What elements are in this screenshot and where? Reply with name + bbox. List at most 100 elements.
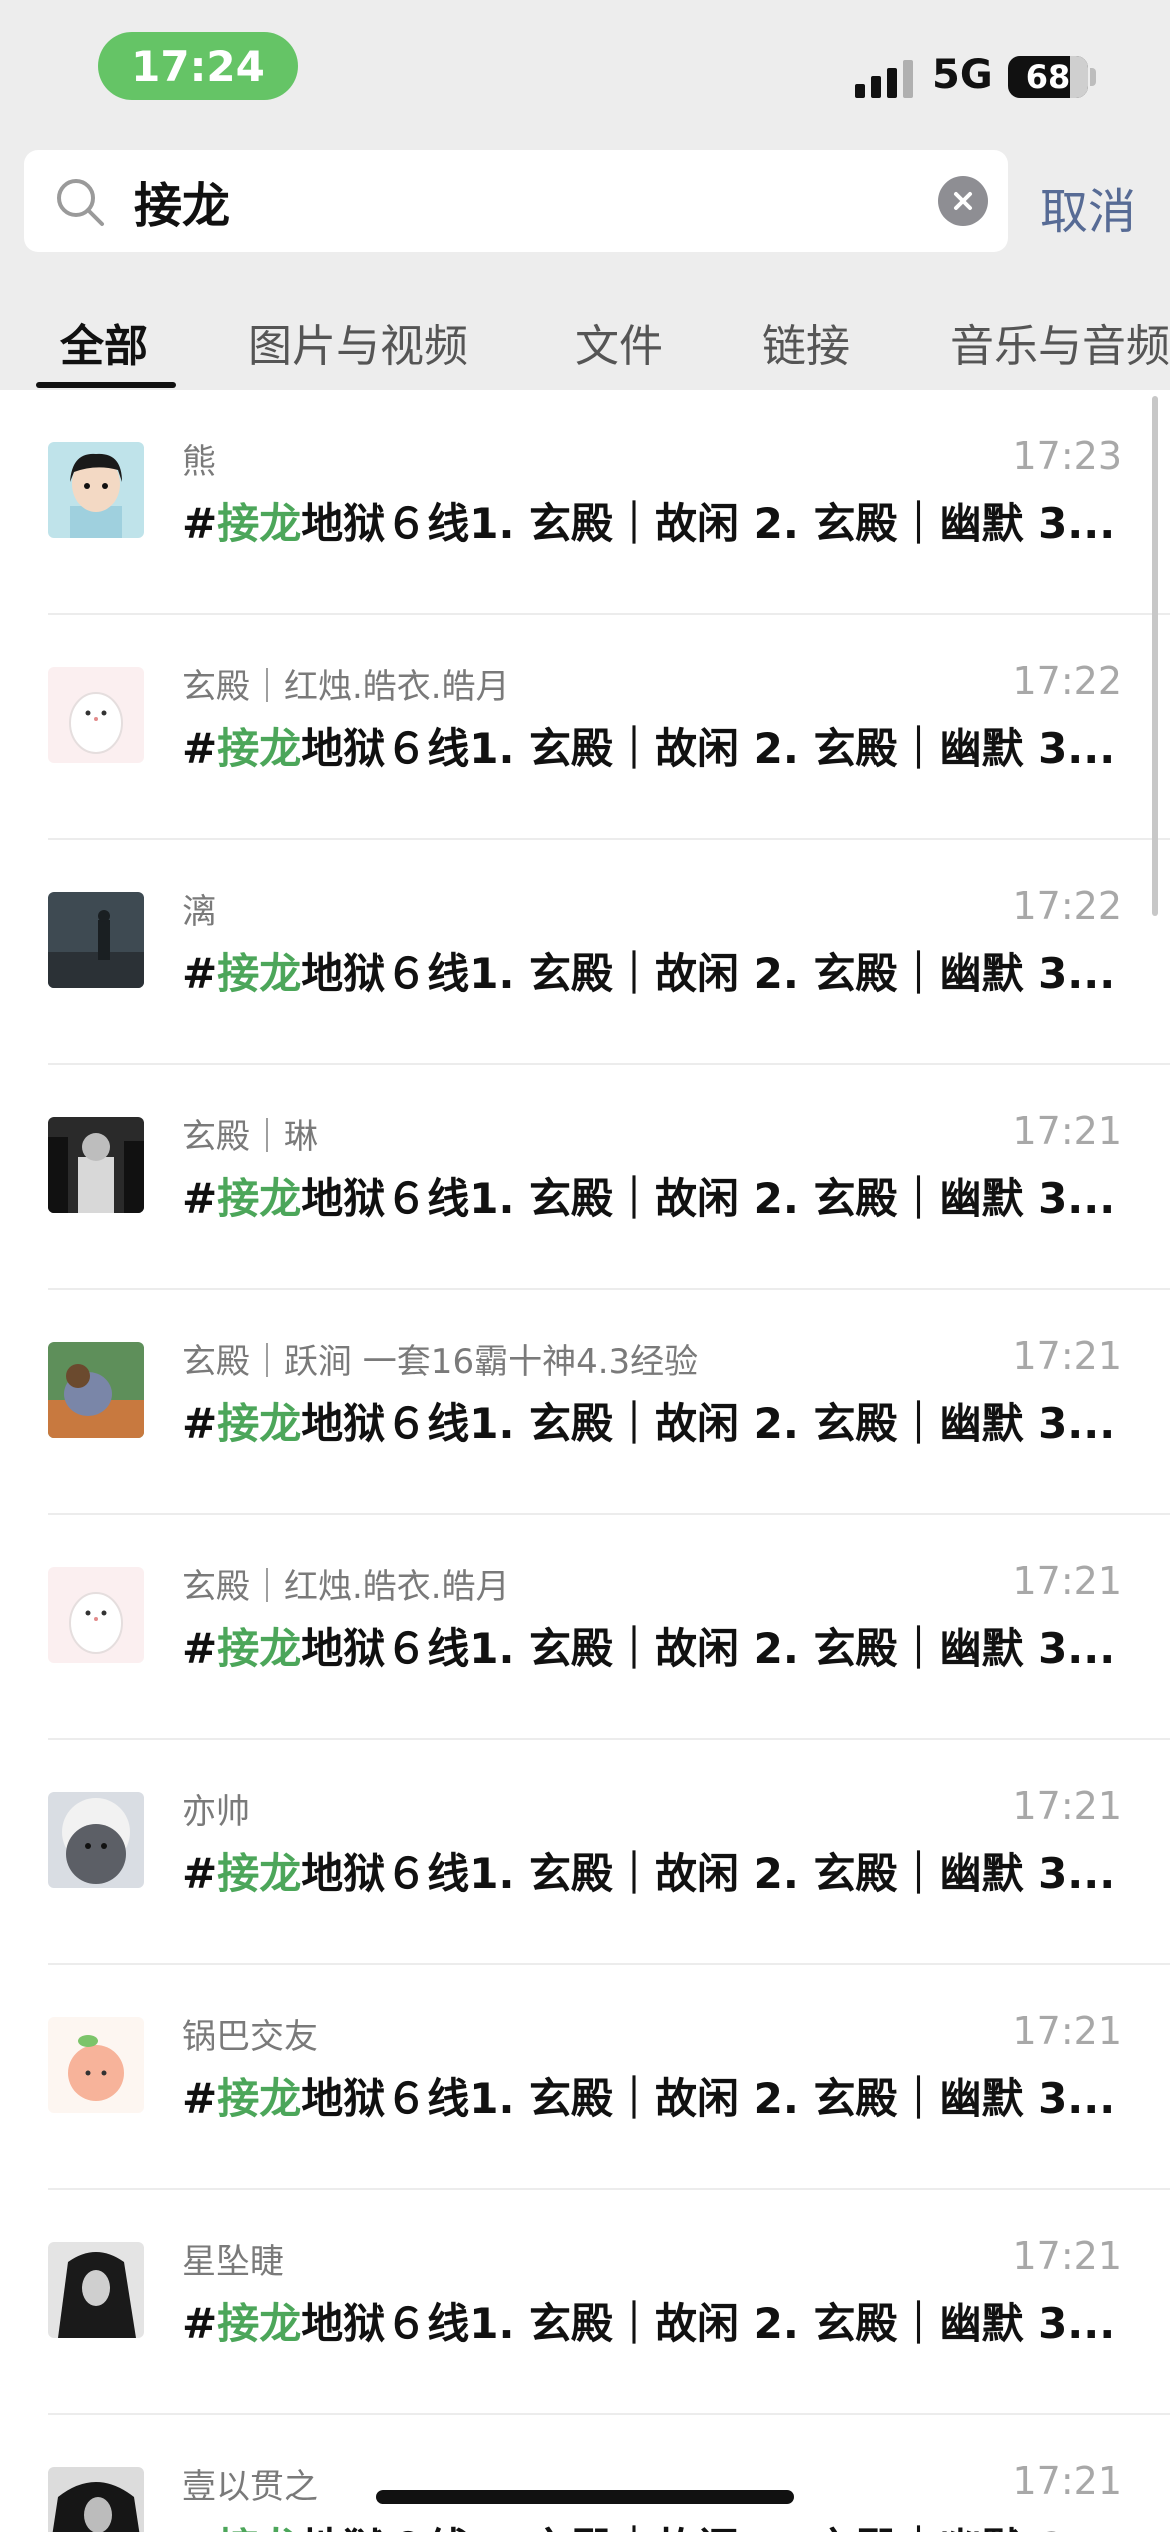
tab-images-videos[interactable]: 图片与视频 <box>248 310 468 374</box>
message-time: 17:21 <box>1012 2234 1122 2278</box>
clear-search-button[interactable] <box>938 176 988 226</box>
keyword-highlight: 接龙 <box>217 1624 302 1673</box>
keyword-highlight: 接龙 <box>217 2299 302 2348</box>
home-indicator[interactable] <box>376 2490 794 2504</box>
snippet-text: 地狱６线1. 玄殿｜故闲 2. 玄殿｜幽默 3... <box>301 1624 1116 1673</box>
hash-prefix: # <box>182 2299 218 2348</box>
active-tab-indicator <box>36 382 176 388</box>
snippet-text: 地狱６线1. 玄殿｜故闲 2. 玄殿｜幽默 3... <box>301 949 1116 998</box>
avatar <box>48 2467 144 2532</box>
battery-tip <box>1090 68 1096 86</box>
message-time: 17:21 <box>1012 1784 1122 1828</box>
sender-name: 亦帅 <box>182 1792 250 1832</box>
hash-prefix: # <box>182 1399 218 1448</box>
list-item[interactable]: 亦帅 17:21 #接龙地狱６线1. 玄殿｜故闲 2. 玄殿｜幽默 3... <box>0 1740 1170 1965</box>
message-time: 17:21 <box>1012 1109 1122 1153</box>
hash-prefix: # <box>182 949 218 998</box>
hash-prefix: # <box>182 1624 218 1673</box>
keyword-highlight: 接龙 <box>217 1399 302 1448</box>
snippet-text: 地狱６线1. 玄殿｜故闲 2. 玄殿｜幽默 3... <box>301 1399 1116 1448</box>
avatar <box>48 667 144 763</box>
sender-name: 星坠睫 <box>182 2242 284 2282</box>
tab-all[interactable]: 全部 <box>60 310 148 374</box>
list-item[interactable]: 漓 17:22 #接龙地狱６线1. 玄殿｜故闲 2. 玄殿｜幽默 3... <box>0 840 1170 1065</box>
keyword-highlight: 接龙 <box>217 2524 301 2532</box>
avatar <box>48 1117 144 1213</box>
message-time: 17:22 <box>1012 884 1122 928</box>
list-item[interactable]: 熊 17:23 #接龙地狱６线1. 玄殿｜故闲 2. 玄殿｜幽默 3... <box>0 390 1170 615</box>
keyword-highlight: 接龙 <box>217 499 302 548</box>
message-time: 17:21 <box>1012 1334 1122 1378</box>
keyword-highlight: 接龙 <box>217 949 302 998</box>
sender-name: 玄殿｜琳 <box>182 1117 318 1157</box>
avatar <box>48 1792 144 1888</box>
avatar <box>48 2242 144 2338</box>
message-time: 17:23 <box>1012 434 1122 478</box>
snippet-text: 地狱６线1. 玄殿｜故闲 2. 玄殿｜幽默 3... <box>301 2074 1116 2123</box>
snippet-text: 地狱６线1. 玄殿｜故闲 2. 玄殿｜幽默 3... <box>301 724 1116 773</box>
sender-name: 玄殿｜跃涧 一套16霸十神4.3经验 <box>182 1342 699 1382</box>
message-snippet: #接龙地狱６线1. 玄殿｜故闲 2. 玄殿｜幽默 3... <box>182 715 1122 776</box>
snippet-text: 地狱６线1. 玄殿｜故闲 2. 玄殿｜幽默 3... <box>301 2524 1115 2532</box>
avatar <box>48 892 144 988</box>
message-snippet: #接龙地狱６线1. 玄殿｜故闲 2. 玄殿｜幽默 3... <box>182 1840 1122 1901</box>
sender-name: 玄殿｜红烛.皓衣.皓月 <box>182 667 510 707</box>
cancel-button[interactable]: 取消 <box>1040 172 1136 242</box>
search-bar[interactable] <box>24 150 1008 252</box>
search-results-list: 熊 17:23 #接龙地狱６线1. 玄殿｜故闲 2. 玄殿｜幽默 3... 玄殿… <box>0 390 1170 2532</box>
hash-prefix: # <box>182 2524 217 2532</box>
message-snippet: #接龙地狱６线1. 玄殿｜故闲 2. 玄殿｜幽默 3... <box>182 1390 1122 1451</box>
message-snippet: #接龙地狱６线1. 玄殿｜故闲 2. 玄殿｜幽默 3... <box>182 940 1122 1001</box>
message-snippet: #接龙地狱６线1. 玄殿｜故闲 2. 玄殿｜幽默 3... <box>182 1165 1122 1226</box>
keyword-highlight: 接龙 <box>217 2074 302 2123</box>
status-time: 17:24 <box>98 32 298 100</box>
tab-music-audio[interactable]: 音乐与音频 <box>950 310 1170 374</box>
keyword-highlight: 接龙 <box>217 1849 302 1898</box>
snippet-text: 地狱６线1. 玄殿｜故闲 2. 玄殿｜幽默 3... <box>301 1849 1116 1898</box>
battery-level: 68 <box>1025 58 1071 96</box>
sender-name: 玄殿｜红烛.皓衣.皓月 <box>182 1567 510 1607</box>
search-input[interactable] <box>134 168 934 234</box>
list-item[interactable]: 玄殿｜跃涧 一套16霸十神4.3经验 17:21 #接龙地狱６线1. 玄殿｜故闲… <box>0 1290 1170 1515</box>
sender-name: 壹以贯之 <box>182 2467 318 2507</box>
message-snippet: #接龙地狱６线1. 玄殿｜故闲 2. 玄殿｜幽默 3... <box>182 2290 1122 2351</box>
message-snippet: #接龙地狱６线1. 玄殿｜故闲 2. 玄殿｜幽默 3... <box>182 490 1122 551</box>
hash-prefix: # <box>182 724 218 773</box>
message-time: 17:21 <box>1012 2009 1122 2053</box>
search-icon <box>57 179 104 226</box>
avatar <box>48 442 144 538</box>
message-snippet: #接龙地狱６线1. 玄殿｜故闲 2. 玄殿｜幽默 3... <box>182 2515 1122 2532</box>
sender-name: 锅巴交友 <box>182 2017 318 2057</box>
network-type: 5G <box>932 52 993 98</box>
hash-prefix: # <box>182 499 218 548</box>
message-snippet: #接龙地狱６线1. 玄殿｜故闲 2. 玄殿｜幽默 3... <box>182 1615 1122 1676</box>
keyword-highlight: 接龙 <box>217 724 302 773</box>
list-item[interactable]: 玄殿｜红烛.皓衣.皓月 17:21 #接龙地狱６线1. 玄殿｜故闲 2. 玄殿｜… <box>0 1515 1170 1740</box>
close-icon <box>954 192 972 210</box>
snippet-text: 地狱６线1. 玄殿｜故闲 2. 玄殿｜幽默 3... <box>301 1174 1116 1223</box>
sender-name: 熊 <box>182 442 216 482</box>
snippet-text: 地狱６线1. 玄殿｜故闲 2. 玄殿｜幽默 3... <box>301 499 1116 548</box>
cellular-signal-icon <box>855 58 915 98</box>
message-time: 17:22 <box>1012 659 1122 703</box>
tab-links[interactable]: 链接 <box>762 310 850 374</box>
category-tabs: 全部 图片与视频 文件 链接 音乐与音频 <box>0 300 1170 390</box>
list-item[interactable]: 锅巴交友 17:21 #接龙地狱６线1. 玄殿｜故闲 2. 玄殿｜幽默 3... <box>0 1965 1170 2190</box>
list-item[interactable]: 玄殿｜琳 17:21 #接龙地狱６线1. 玄殿｜故闲 2. 玄殿｜幽默 3... <box>0 1065 1170 1290</box>
hash-prefix: # <box>182 1174 218 1223</box>
tab-files[interactable]: 文件 <box>575 310 663 374</box>
battery-icon: 68 <box>1008 56 1088 98</box>
scrollbar[interactable] <box>1152 396 1158 916</box>
avatar <box>48 1567 144 1663</box>
keyword-highlight: 接龙 <box>217 1174 302 1223</box>
avatar <box>48 2017 144 2113</box>
list-item[interactable]: 壹以贯之 17:21 #接龙地狱６线1. 玄殿｜故闲 2. 玄殿｜幽默 3... <box>0 2415 1170 2532</box>
snippet-text: 地狱６线1. 玄殿｜故闲 2. 玄殿｜幽默 3... <box>301 2299 1116 2348</box>
list-item[interactable]: 玄殿｜红烛.皓衣.皓月 17:22 #接龙地狱６线1. 玄殿｜故闲 2. 玄殿｜… <box>0 615 1170 840</box>
hash-prefix: # <box>182 2074 218 2123</box>
message-snippet: #接龙地狱６线1. 玄殿｜故闲 2. 玄殿｜幽默 3... <box>182 2065 1122 2126</box>
message-time: 17:21 <box>1012 2459 1122 2503</box>
message-time: 17:21 <box>1012 1559 1122 1603</box>
list-item[interactable]: 星坠睫 17:21 #接龙地狱６线1. 玄殿｜故闲 2. 玄殿｜幽默 3... <box>0 2190 1170 2415</box>
sender-name: 漓 <box>182 892 216 932</box>
